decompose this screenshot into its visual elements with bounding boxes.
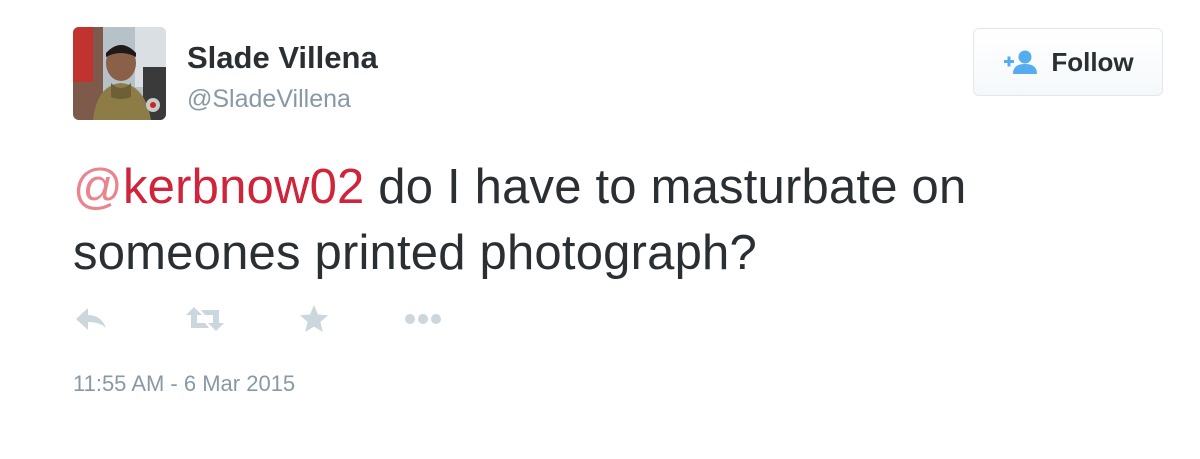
mention-link[interactable]: @kerbnow02 bbox=[73, 160, 364, 214]
star-icon bbox=[299, 304, 329, 339]
more-button[interactable] bbox=[403, 303, 443, 339]
follow-user-icon bbox=[1002, 49, 1038, 75]
tweet-text-line-1: @kerbnow02 do I have to masturbate on bbox=[73, 154, 1173, 220]
follow-label: Follow bbox=[1051, 46, 1134, 77]
tweet-text-part-1: do I have to masturbate on bbox=[364, 160, 967, 214]
mention-at-sign: @ bbox=[73, 160, 123, 214]
follow-button[interactable]: Follow bbox=[973, 28, 1163, 96]
retweet-icon bbox=[185, 304, 225, 339]
reply-icon bbox=[73, 304, 109, 339]
tweet-timestamp[interactable]: 11:55 AM - 6 Mar 2015 bbox=[73, 370, 295, 398]
retweet-button[interactable] bbox=[185, 303, 225, 339]
tweet-text-line-2: someones printed photograph? bbox=[73, 226, 757, 280]
mention-handle: kerbnow02 bbox=[122, 160, 365, 214]
reply-button[interactable] bbox=[73, 303, 109, 339]
tweet-text: @kerbnow02 do I have to masturbate on so… bbox=[73, 154, 1173, 286]
display-name[interactable]: Slade Villena bbox=[187, 40, 378, 76]
screen-name[interactable]: @SladeVillena bbox=[187, 84, 351, 114]
favorite-button[interactable] bbox=[299, 303, 329, 339]
more-dots-icon bbox=[403, 312, 443, 331]
tweet-card: Slade Villena @SladeVillena Follow @kerb… bbox=[0, 0, 1200, 459]
avatar[interactable] bbox=[73, 27, 166, 120]
